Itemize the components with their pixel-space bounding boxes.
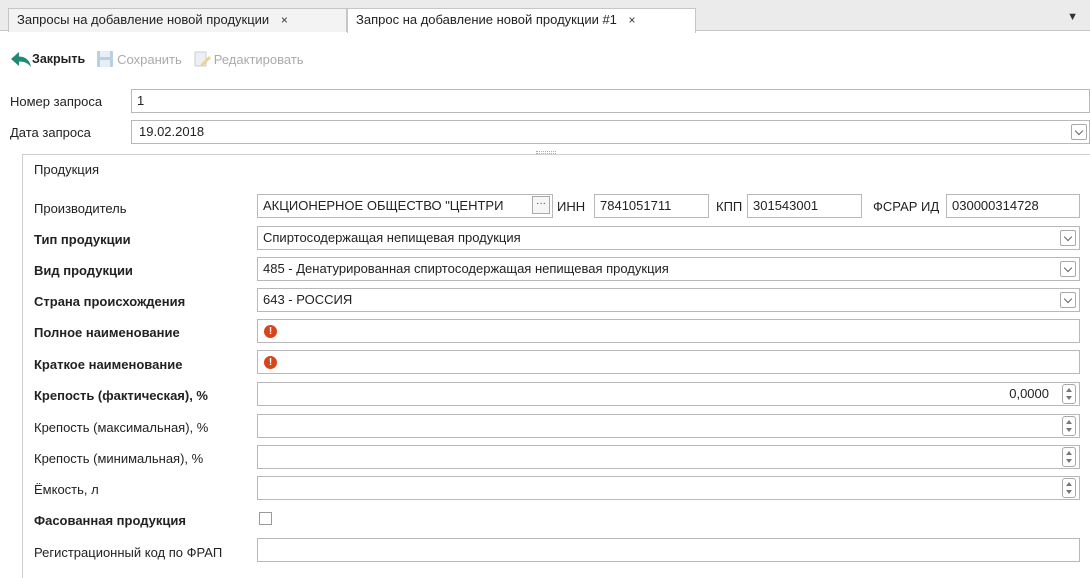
close-icon[interactable]: × (629, 13, 636, 27)
reg-code-label: Регистрационный код по ФРАП (34, 545, 223, 560)
full-name-field[interactable] (257, 319, 1080, 343)
request-date-field[interactable]: 19.02.2018 (131, 120, 1090, 144)
strength-max-field[interactable] (257, 414, 1080, 438)
short-name-field[interactable] (257, 350, 1080, 374)
kpp-field[interactable]: 301543001 (747, 194, 862, 218)
fsrar-label: ФСРАР ИД (873, 199, 940, 214)
error-icon: ! (264, 325, 277, 338)
spinner-icon[interactable] (1062, 384, 1076, 404)
request-date-label: Дата запроса (10, 125, 91, 140)
kind-label: Вид продукции (34, 263, 133, 278)
full-name-label: Полное наименование (34, 325, 180, 340)
kind-select[interactable]: 485 - Денатурированная спиртосодержащая … (257, 257, 1080, 281)
toolbar: Закрыть Сохранить Редактировать (10, 47, 314, 71)
strength-max-label: Крепость (максимальная), % (34, 420, 209, 435)
floppy-disk-icon (95, 49, 115, 69)
capacity-label: Ёмкость, л (34, 482, 99, 497)
packaged-checkbox[interactable] (259, 512, 272, 525)
spinner-icon[interactable] (1062, 416, 1076, 436)
type-select[interactable]: Спиртосодержащая непищевая продукция (257, 226, 1080, 250)
fsrar-field[interactable]: 030000314728 (946, 194, 1080, 218)
back-arrow-icon (10, 49, 31, 69)
inn-field[interactable]: 7841051711 (594, 194, 709, 218)
tab-bar: Запросы на добавление новой продукции × … (0, 0, 1090, 33)
tab-label: Запросы на добавление новой продукции (17, 12, 270, 27)
close-button-label: Закрыть (32, 52, 86, 66)
tab-menu-icon[interactable]: ▼ (1067, 11, 1078, 23)
country-label: Страна происхождения (34, 294, 186, 309)
country-select[interactable]: 643 - РОССИЯ (257, 288, 1080, 312)
save-button[interactable]: Сохранить (95, 49, 182, 69)
manufacturer-label: Производитель (34, 201, 127, 216)
tab-request-1[interactable]: Запрос на добавление новой продукции #1 … (347, 8, 696, 33)
edit-button[interactable]: Редактировать (192, 49, 304, 69)
packaged-label: Фасованная продукция (34, 513, 186, 528)
tab-label: Запрос на добавление новой продукции #1 (356, 12, 617, 27)
inn-label: ИНН (557, 199, 586, 214)
short-name-label: Краткое наименование (34, 357, 183, 372)
chevron-down-icon[interactable] (1060, 261, 1076, 277)
reg-code-field[interactable] (257, 538, 1080, 562)
chevron-down-icon[interactable] (1071, 124, 1087, 140)
edit-button-label: Редактировать (213, 51, 304, 67)
strength-actual-label: Крепость (фактическая), % (34, 388, 208, 403)
chevron-down-icon[interactable] (1060, 292, 1076, 308)
chevron-down-icon[interactable] (1060, 230, 1076, 246)
strength-min-label: Крепость (минимальная), % (34, 451, 204, 466)
close-icon[interactable]: × (281, 13, 288, 27)
spinner-icon[interactable] (1062, 447, 1076, 467)
request-number-label: Номер запроса (10, 94, 103, 109)
spinner-icon[interactable] (1062, 478, 1076, 498)
section-title: Продукция (34, 162, 100, 177)
ellipsis-button[interactable]: ··· (532, 196, 550, 214)
type-label: Тип продукции (34, 232, 131, 247)
manufacturer-field[interactable]: АКЦИОНЕРНОЕ ОБЩЕСТВО "ЦЕНТРИ (257, 194, 553, 218)
save-button-label: Сохранить (117, 51, 182, 67)
capacity-field[interactable] (257, 476, 1080, 500)
close-button[interactable]: Закрыть (10, 49, 85, 69)
strength-min-field[interactable] (257, 445, 1080, 469)
error-icon: ! (264, 356, 277, 369)
tab-requests-list[interactable]: Запросы на добавление новой продукции × (8, 8, 347, 32)
strength-actual-field[interactable]: 0,0000 (257, 382, 1080, 406)
request-number-field[interactable]: 1 (131, 89, 1090, 113)
kpp-label: КПП (716, 199, 743, 214)
edit-pencil-icon (192, 49, 212, 69)
